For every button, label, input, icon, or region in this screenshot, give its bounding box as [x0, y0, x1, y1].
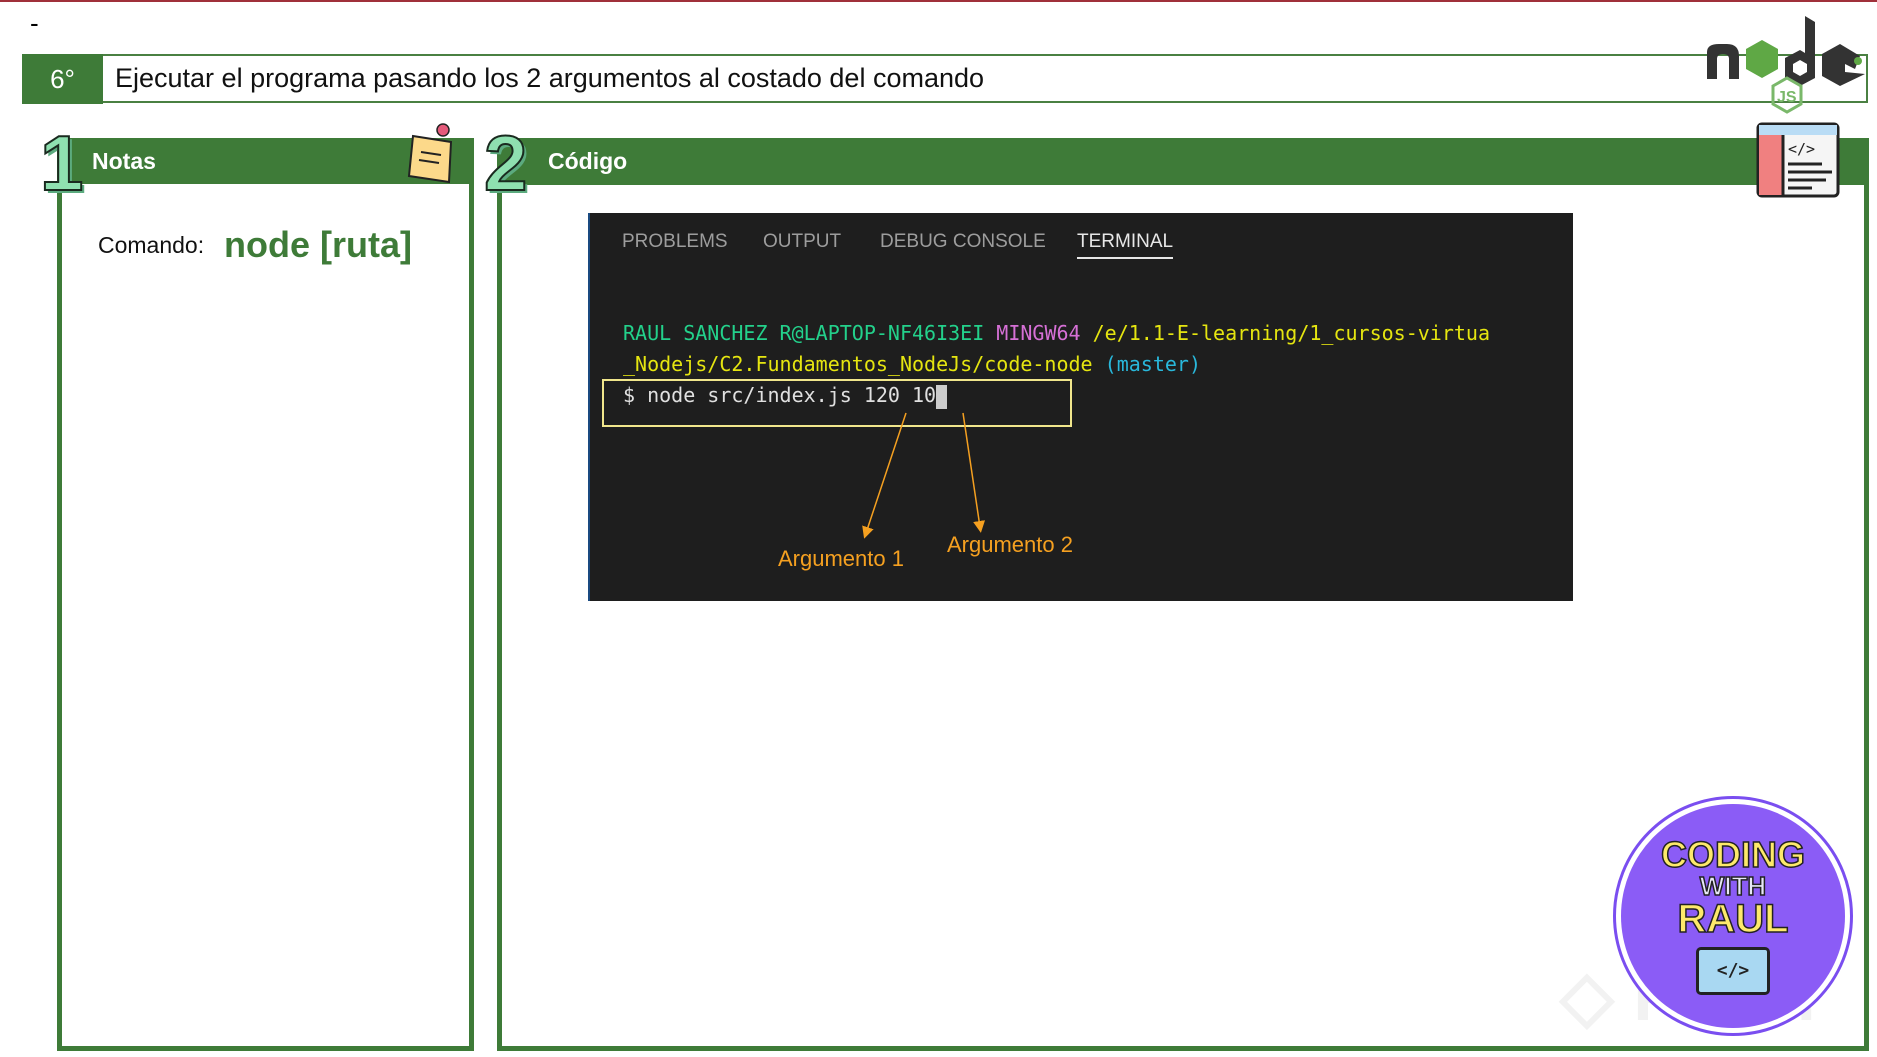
- coding-with-raul-logo: CODING WITH RAUL </>: [1613, 796, 1853, 1036]
- step-title-text: Ejecutar el programa pasando los 2 argum…: [115, 63, 985, 93]
- command-label: Comando:: [98, 232, 205, 258]
- dash-text: -: [30, 8, 39, 38]
- svg-text:JS: JS: [1777, 89, 1797, 106]
- step-title: Ejecutar el programa pasando los 2 argum…: [103, 54, 1868, 103]
- code-file-icon: </>: [1756, 122, 1840, 198]
- sticky-note-icon: [405, 122, 457, 186]
- notes-title: Notas: [92, 147, 156, 174]
- top-border: [0, 0, 1877, 2]
- argument-2-label: Argumento 2: [947, 532, 1073, 557]
- terminal-screenshot: PROBLEMS OUTPUT DEBUG CONSOLE TERMINAL R…: [588, 213, 1573, 601]
- section-number-1: 1: [39, 119, 84, 207]
- step-number: 6°: [22, 54, 103, 104]
- command-value: node [ruta]: [224, 224, 412, 265]
- svg-text:</>: </>: [1788, 140, 1815, 158]
- code-header: Código: [497, 138, 1869, 185]
- annotation-arrows: [862, 412, 986, 539]
- code-title: Código: [548, 148, 628, 174]
- arrow-argument-1: [862, 412, 907, 539]
- nodejs-logo: JS: [1705, 14, 1870, 119]
- arrow-argument-2: [962, 412, 986, 533]
- notes-panel: [57, 183, 474, 1051]
- argument-1-label: Argumento 1: [778, 546, 904, 571]
- section-number-2: 2: [483, 119, 528, 207]
